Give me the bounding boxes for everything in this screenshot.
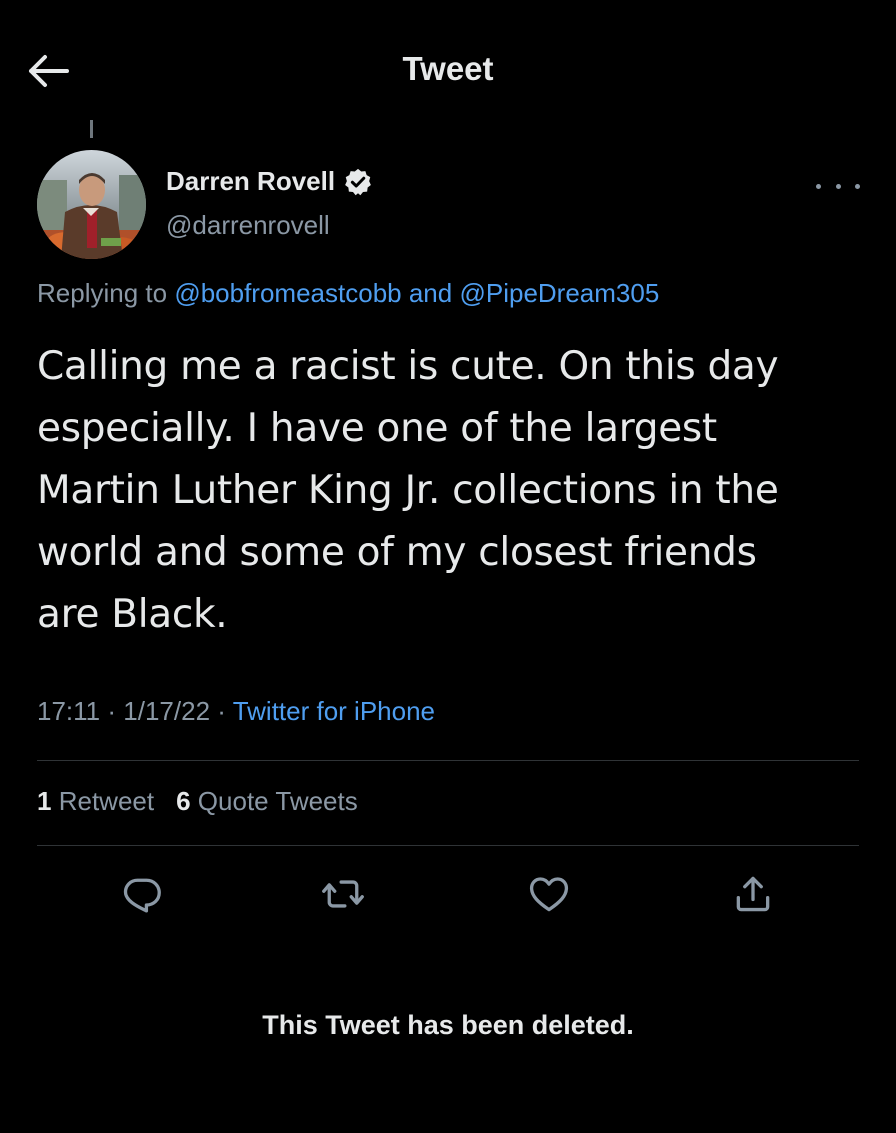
page-title: Tweet bbox=[402, 50, 494, 87]
tweet-source-link[interactable]: Twitter for iPhone bbox=[233, 696, 435, 726]
retweet-icon bbox=[322, 880, 364, 908]
verified-badge-icon bbox=[343, 167, 373, 197]
quotes-label: Quote Tweets bbox=[197, 786, 358, 816]
like-button[interactable] bbox=[521, 866, 577, 922]
replying-user-link[interactable]: @PipeDream305 bbox=[459, 278, 659, 308]
tweet-text-line: Martin Luther King Jr. collections in th… bbox=[37, 468, 779, 513]
deleted-notice: This Tweet has been deleted. bbox=[262, 1010, 634, 1040]
retweets-label: Retweet bbox=[58, 786, 155, 816]
meta-separator: · bbox=[107, 696, 117, 726]
retweet-button[interactable] bbox=[315, 866, 371, 922]
author-name[interactable]: Darren Rovell bbox=[166, 166, 373, 197]
tweet-text-line: world and some of my closest friends bbox=[37, 530, 757, 575]
reply-button[interactable] bbox=[114, 866, 170, 922]
tweet-meta: 17:11 · 1/17/22 · Twitter for iPhone bbox=[37, 696, 435, 727]
reply-icon bbox=[123, 878, 161, 913]
quote-tweets-stat[interactable]: 6 Quote Tweets bbox=[176, 786, 358, 817]
tweet-text: Calling me a racist is cute. On this day… bbox=[37, 336, 857, 646]
tweet-text-line: especially. I have one of the largest bbox=[37, 406, 717, 451]
tweet-date: 1/17/22 bbox=[123, 696, 211, 726]
more-dot bbox=[835, 183, 841, 189]
tweet-time: 17:11 bbox=[37, 696, 101, 726]
thread-connector-line bbox=[90, 120, 93, 138]
avatar[interactable] bbox=[37, 150, 146, 259]
share-icon bbox=[736, 876, 770, 912]
tweet-text-line: Calling me a racist is cute. On this day bbox=[37, 344, 779, 389]
share-button[interactable] bbox=[725, 866, 781, 922]
tweet-text-line: are Black. bbox=[37, 592, 228, 637]
replying-to: Replying to @bobfromeastcobb and @PipeDr… bbox=[37, 278, 659, 309]
more-options-button[interactable] bbox=[816, 172, 860, 200]
tweet-stats: 1 Retweet 6 Quote Tweets bbox=[37, 786, 358, 817]
avatar-photo bbox=[37, 150, 146, 259]
divider bbox=[37, 760, 859, 761]
replying-joiner: and bbox=[408, 278, 453, 308]
retweets-stat[interactable]: 1 Retweet bbox=[37, 786, 154, 817]
more-dot bbox=[855, 183, 860, 189]
divider bbox=[37, 845, 859, 846]
more-horizontal-icon bbox=[816, 183, 821, 189]
retweets-count: 1 bbox=[37, 786, 52, 816]
heart-icon bbox=[529, 877, 569, 912]
replying-prefix: Replying to bbox=[37, 278, 168, 308]
author-handle[interactable]: @darrenrovell bbox=[166, 210, 330, 241]
replying-user-link[interactable]: @bobfromeastcobb bbox=[174, 278, 401, 308]
meta-separator: · bbox=[217, 696, 226, 726]
quotes-count: 6 bbox=[176, 786, 191, 816]
author-name-text: Darren Rovell bbox=[166, 166, 336, 196]
